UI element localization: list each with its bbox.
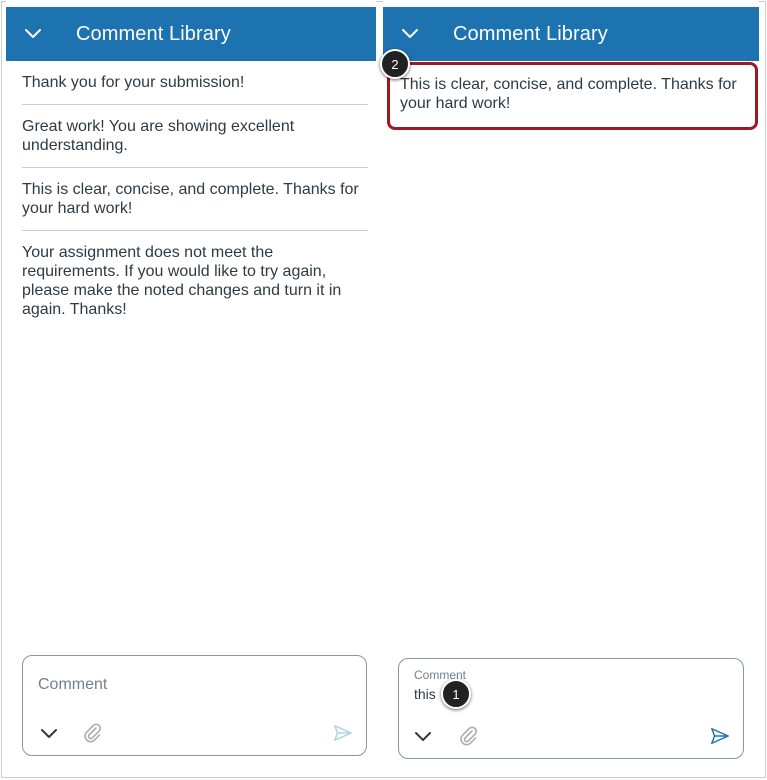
panel-header: Comment Library <box>383 7 759 61</box>
attach-button[interactable] <box>457 724 481 748</box>
chevron-down-icon <box>25 29 41 38</box>
comment-input-value[interactable]: this <box>414 686 436 702</box>
comment-composer[interactable]: Comment <box>22 655 367 756</box>
chevron-down-icon <box>41 729 57 738</box>
comment-placeholder: Comment <box>38 676 108 693</box>
header-title: Comment Library <box>76 22 231 45</box>
send-button[interactable] <box>707 724 733 748</box>
send-icon <box>334 725 352 741</box>
comment-list: Thank you for your submission! Great wor… <box>22 61 368 331</box>
comment-item[interactable]: Thank you for your submission! <box>22 61 368 105</box>
send-icon <box>711 728 729 744</box>
panel-header: Comment Library <box>6 7 376 61</box>
send-button[interactable] <box>330 721 356 745</box>
paperclip-icon <box>460 726 477 746</box>
comment-item[interactable]: Your assignment does not meet the requir… <box>22 231 368 331</box>
comment-library-panel-right: Comment Library This is clear, concise, … <box>383 0 759 776</box>
header-title: Comment Library <box>453 22 608 45</box>
chevron-down-icon <box>415 732 431 741</box>
comment-composer[interactable]: Comment this <box>398 658 744 759</box>
composer-toolbar <box>399 718 743 758</box>
comment-library-panel-left: Comment Library Thank you for your submi… <box>6 0 376 776</box>
comment-item[interactable]: Great work! You are showing excellent un… <box>22 105 368 168</box>
expand-button[interactable] <box>37 721 61 745</box>
suggested-comment[interactable]: This is clear, concise, and complete. Th… <box>387 62 758 130</box>
chevron-down-icon <box>402 29 418 38</box>
paperclip-icon <box>84 723 101 743</box>
attach-button[interactable] <box>81 721 105 745</box>
comment-item[interactable]: This is clear, concise, and complete. Th… <box>22 168 368 231</box>
step-badge-2: 2 <box>380 49 410 79</box>
collapse-button[interactable] <box>6 7 60 61</box>
expand-button[interactable] <box>411 724 435 748</box>
composer-toolbar <box>23 715 366 755</box>
step-badge-1: 1 <box>441 679 471 709</box>
